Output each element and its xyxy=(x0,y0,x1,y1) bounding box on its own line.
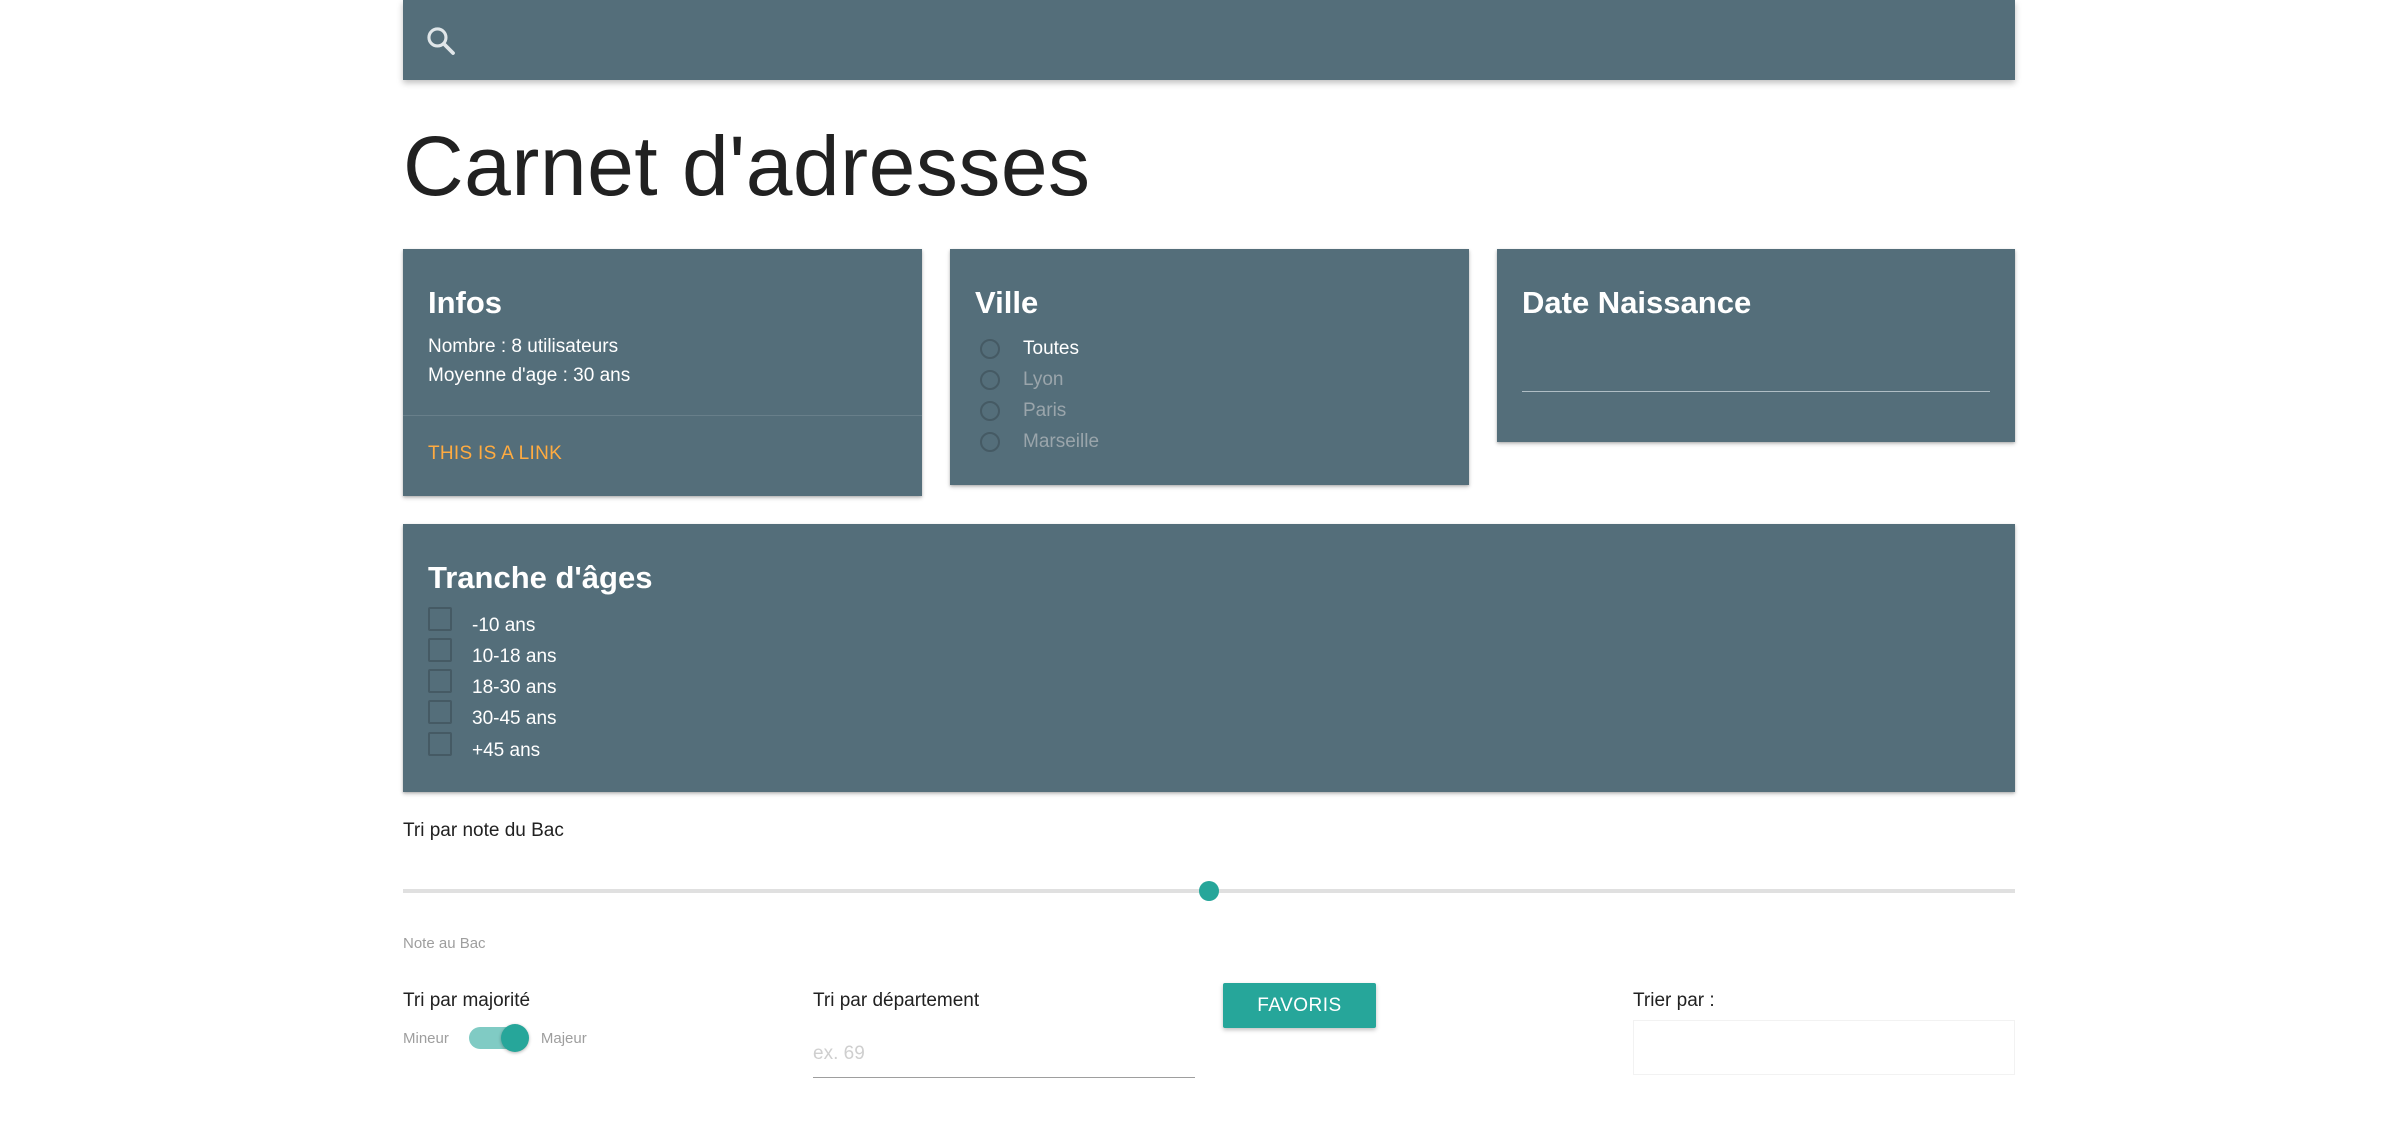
birthdate-card: Date Naissance xyxy=(1497,249,2015,442)
switch-left-label: Mineur xyxy=(403,1029,449,1047)
city-filter-card: Ville Toutes Lyon Paris Marseille xyxy=(950,249,1469,485)
card-divider xyxy=(403,415,922,416)
city-card-title: Ville xyxy=(975,285,1039,320)
city-option-label: Lyon xyxy=(1023,369,1064,390)
age-option-label: 10-18 ans xyxy=(472,646,557,667)
age-range-card: Tranche d'âges -10 ans 10-18 ans 18-30 a… xyxy=(403,524,2015,792)
bac-slider-hint: Note au Bac xyxy=(403,935,486,952)
age-option-label: 18-30 ans xyxy=(472,677,557,698)
age-option[interactable]: +45 ans xyxy=(428,732,541,765)
birthdate-card-title: Date Naissance xyxy=(1522,285,1752,320)
age-option-label: -10 ans xyxy=(472,615,536,636)
sort-select[interactable] xyxy=(1633,1020,2015,1075)
birthdate-input[interactable] xyxy=(1522,391,1990,392)
city-option-label: Paris xyxy=(1023,400,1067,421)
age-option[interactable]: 10-18 ans xyxy=(428,638,557,671)
radio-button[interactable] xyxy=(980,370,1000,390)
bac-slider[interactable] xyxy=(403,881,2015,901)
switch-toggle[interactable] xyxy=(468,1024,529,1052)
bac-slider-title: Tri par note du Bac xyxy=(403,820,564,841)
bac-slider-fill xyxy=(403,889,1209,893)
city-option-label: Toutes xyxy=(1023,338,1079,359)
age-option[interactable]: 18-30 ans xyxy=(428,669,557,702)
city-option-marseille[interactable]: Marseille xyxy=(975,428,1099,456)
radio-button[interactable] xyxy=(980,401,1000,421)
checkbox[interactable] xyxy=(428,669,452,693)
favorites-button[interactable]: Favoris xyxy=(1223,983,1376,1028)
average-age-text: Moyenne d'age : 30 ans xyxy=(428,365,631,386)
age-option-label: +45 ans xyxy=(472,740,541,761)
radio-button[interactable] xyxy=(980,339,1000,359)
switch-knob[interactable] xyxy=(500,1024,529,1052)
majority-switch[interactable]: Mineur Majeur xyxy=(403,1024,587,1052)
city-option-label: Marseille xyxy=(1023,431,1100,452)
infos-card-title: Infos xyxy=(428,285,503,320)
majority-title: Tri par majorité xyxy=(403,990,531,1011)
sort-title: Trier par : xyxy=(1633,990,1715,1011)
users-count-text: Nombre : 8 utilisateurs xyxy=(428,336,619,357)
search-bar[interactable] xyxy=(403,0,2015,80)
age-card-title: Tranche d'âges xyxy=(428,560,653,595)
age-option-label: 30-45 ans xyxy=(472,708,557,729)
city-option-lyon[interactable]: Lyon xyxy=(975,366,1064,394)
department-input[interactable] xyxy=(813,1030,1195,1078)
bac-slider-thumb[interactable] xyxy=(1199,881,1219,901)
department-title: Tri par département xyxy=(813,990,980,1011)
infos-card: Infos Nombre : 8 utilisateurs Moyenne d'… xyxy=(403,249,922,496)
city-option-paris[interactable]: Paris xyxy=(975,397,1066,425)
city-option-toutes[interactable]: Toutes xyxy=(975,335,1079,363)
age-option[interactable]: -10 ans xyxy=(428,607,536,640)
checkbox[interactable] xyxy=(428,700,452,724)
search-icon[interactable] xyxy=(424,24,458,58)
page-title: Carnet d'adresses xyxy=(403,119,1091,213)
age-option[interactable]: 30-45 ans xyxy=(428,700,557,733)
radio-button[interactable] xyxy=(980,432,1000,452)
switch-right-label: Majeur xyxy=(540,1029,587,1047)
checkbox[interactable] xyxy=(428,638,452,662)
card-action-link[interactable]: This is a link xyxy=(428,443,562,465)
checkbox[interactable] xyxy=(428,732,452,756)
checkbox[interactable] xyxy=(428,607,452,631)
